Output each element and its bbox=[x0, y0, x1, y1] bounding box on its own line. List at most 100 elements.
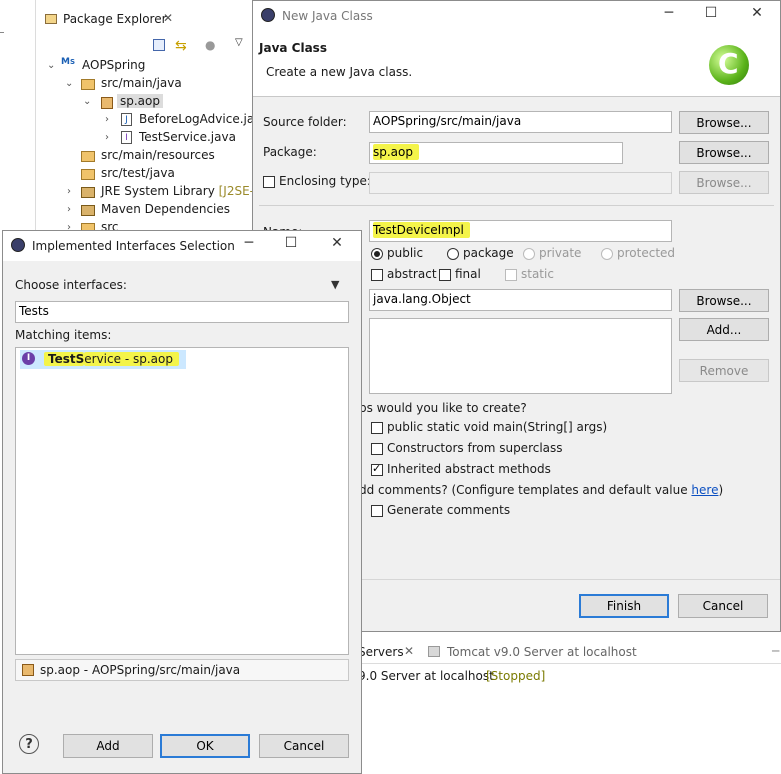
chevron-down-icon[interactable]: ⌄ bbox=[83, 96, 91, 107]
modifier-private-radio[interactable] bbox=[523, 248, 535, 260]
link-editor-icon[interactable]: ⇆ bbox=[175, 38, 187, 54]
chevron-down-icon[interactable]: ▼ bbox=[331, 278, 339, 291]
tree-package-selected[interactable]: sp.aop bbox=[117, 94, 163, 108]
close-icon[interactable]: ✕ bbox=[747, 5, 767, 21]
chevron-right-icon[interactable]: › bbox=[105, 132, 109, 143]
tree-src-main-java[interactable]: src/main/java bbox=[101, 76, 182, 90]
package-input[interactable]: sp.aop bbox=[369, 142, 623, 164]
selection-status-bar: sp.aop - AOPSpring/src/main/java bbox=[15, 659, 349, 681]
modifier-protected-radio[interactable] bbox=[601, 248, 613, 260]
tree-maven[interactable]: Maven Dependencies bbox=[101, 202, 230, 216]
package-explorer-tab[interactable]: Package Explorer ✕ bbox=[41, 6, 191, 32]
tree-jre[interactable]: JRE System Library [J2SE-1.5 bbox=[101, 184, 273, 198]
superclass-browse-button[interactable]: Browse... bbox=[679, 289, 769, 312]
enclosing-type-browse-button[interactable]: Browse... bbox=[679, 171, 769, 194]
focus-icon[interactable]: ● bbox=[205, 38, 215, 52]
generate-comments-checkbox[interactable] bbox=[371, 505, 383, 517]
stub-inherited-label: Inherited abstract methods bbox=[387, 462, 551, 476]
tree-src-test-java[interactable]: src/test/java bbox=[101, 166, 175, 180]
chevron-right-icon[interactable]: › bbox=[67, 186, 71, 197]
server-row-name[interactable]: 9.0 Server at localhost bbox=[358, 669, 494, 683]
servers-tab[interactable]: Servers bbox=[358, 645, 404, 659]
tree-project[interactable]: AOPSpring bbox=[82, 58, 145, 72]
modifier-public-radio[interactable] bbox=[371, 248, 383, 260]
tree-jre-label: JRE System Library bbox=[101, 184, 215, 198]
java-file-icon: I bbox=[121, 131, 132, 144]
source-folder-icon bbox=[81, 169, 95, 180]
maven-project-icon: MS bbox=[61, 57, 76, 67]
cancel-button[interactable]: Cancel bbox=[678, 594, 768, 618]
comments-question: dd comments? (Configure templates and de… bbox=[359, 483, 723, 497]
stub-constructors-label: Constructors from superclass bbox=[387, 441, 563, 455]
interfaces-dialog-title: Implemented Interfaces Selection bbox=[32, 239, 235, 253]
stubs-question: bs would you like to create? bbox=[359, 401, 527, 415]
package-explorer-icon bbox=[45, 14, 57, 24]
tree-file-beforelogadvice[interactable]: BeforeLogAdvice.java bbox=[139, 112, 269, 126]
interfaces-dialog-titlebar[interactable]: Implemented Interfaces Selection ─ ☐ ✕ bbox=[3, 231, 361, 261]
comments-here-link[interactable]: here bbox=[691, 483, 718, 497]
list-item[interactable]: I TestService - sp.aop bbox=[20, 350, 186, 369]
modifier-static-checkbox[interactable] bbox=[505, 269, 517, 281]
choose-interfaces-label: Choose interfaces: bbox=[15, 278, 127, 292]
modifier-protected-label: protected bbox=[617, 246, 676, 260]
interfaces-dialog: Implemented Interfaces Selection ─ ☐ ✕ C… bbox=[2, 230, 362, 774]
cancel-button[interactable]: Cancel bbox=[259, 734, 349, 758]
finish-button[interactable]: Finish bbox=[579, 594, 669, 618]
dialog-titlebar[interactable]: New Java Class ─ ☐ ✕ bbox=[253, 1, 780, 31]
package-icon bbox=[22, 664, 34, 676]
source-folder-icon bbox=[81, 151, 95, 162]
source-folder-input[interactable]: AOPSpring/src/main/java bbox=[369, 111, 672, 133]
servers-view: Servers ✕ Tomcat v9.0 Server at localhos… bbox=[352, 636, 781, 774]
package-browse-button[interactable]: Browse... bbox=[679, 141, 769, 164]
stub-inherited-checkbox[interactable] bbox=[371, 462, 383, 476]
close-icon[interactable]: ✕ bbox=[163, 11, 173, 25]
modifier-package-radio[interactable] bbox=[447, 248, 459, 260]
list-item-label: TestService - sp.aop bbox=[44, 352, 179, 366]
package-explorer-view: Package Explorer ✕ ⇆ ● ▽ ⌄ MS AOPSpring … bbox=[37, 0, 273, 240]
separator bbox=[259, 205, 774, 206]
add-button[interactable]: Add bbox=[63, 734, 153, 758]
modifier-package-label: package bbox=[463, 246, 514, 260]
minimize-icon[interactable]: ─ bbox=[239, 235, 259, 251]
chevron-right-icon[interactable]: › bbox=[105, 114, 109, 125]
tree-file-testservice[interactable]: TestService.java bbox=[139, 130, 236, 144]
matching-items-label: Matching items: bbox=[15, 328, 112, 342]
interfaces-remove-button[interactable]: Remove bbox=[679, 359, 769, 382]
ok-button[interactable]: OK bbox=[160, 734, 250, 758]
enclosing-type-checkbox[interactable] bbox=[263, 176, 275, 188]
help-icon[interactable]: ? bbox=[19, 734, 39, 754]
name-input[interactable]: TestDeviceImpl bbox=[369, 220, 672, 242]
tomcat-tab[interactable]: Tomcat v9.0 Server at localhost bbox=[447, 645, 637, 659]
generate-comments-label: Generate comments bbox=[387, 503, 511, 517]
sliver-mark bbox=[0, 32, 4, 33]
maximize-icon[interactable]: ☐ bbox=[701, 5, 721, 21]
tree-src-main-resources[interactable]: src/main/resources bbox=[101, 148, 215, 162]
close-icon[interactable]: ✕ bbox=[404, 644, 414, 658]
chevron-right-icon[interactable]: › bbox=[67, 204, 71, 215]
maximize-icon[interactable]: ☐ bbox=[281, 235, 301, 251]
servers-tab-bar: Servers ✕ Tomcat v9.0 Server at localhos… bbox=[352, 636, 781, 664]
modifier-final-checkbox[interactable] bbox=[439, 269, 451, 281]
wizard-class-icon-glyph: C bbox=[718, 47, 739, 80]
package-explorer-title: Package Explorer bbox=[63, 12, 167, 26]
modifier-abstract-checkbox[interactable] bbox=[371, 269, 383, 281]
source-folder-browse-button[interactable]: Browse... bbox=[679, 111, 769, 134]
view-menu-icon[interactable]: ▽ bbox=[235, 37, 243, 48]
interface-filter-input[interactable]: Tests bbox=[15, 301, 349, 323]
chevron-down-icon[interactable]: ⌄ bbox=[47, 60, 55, 71]
chevron-down-icon[interactable]: ⌄ bbox=[65, 78, 73, 89]
stub-constructors-checkbox[interactable] bbox=[371, 443, 383, 455]
collapse-all-icon[interactable] bbox=[153, 39, 165, 51]
source-folder-label: Source folder: bbox=[263, 115, 347, 129]
interfaces-list[interactable] bbox=[369, 318, 672, 394]
comments-question-close: ) bbox=[718, 483, 724, 497]
library-icon bbox=[81, 205, 95, 216]
stub-main-checkbox[interactable] bbox=[371, 422, 383, 434]
enclosing-type-input[interactable] bbox=[369, 172, 672, 194]
modifier-abstract-label: abstract bbox=[387, 267, 437, 281]
minimize-icon[interactable]: ─ bbox=[659, 5, 679, 21]
superclass-input[interactable]: java.lang.Object bbox=[369, 289, 672, 311]
close-icon[interactable]: ✕ bbox=[327, 235, 347, 251]
interfaces-add-button[interactable]: Add... bbox=[679, 318, 769, 341]
matching-items-list[interactable]: I TestService - sp.aop bbox=[15, 347, 349, 655]
